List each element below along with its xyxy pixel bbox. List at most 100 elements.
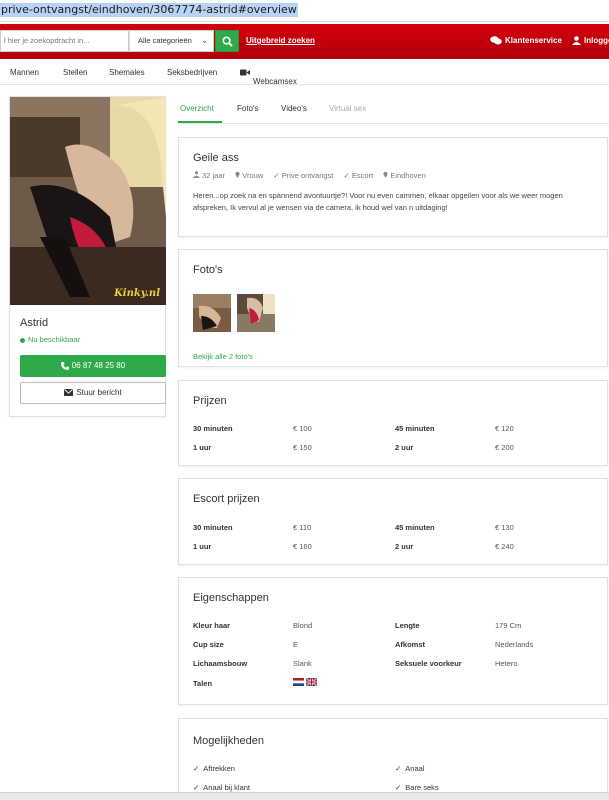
property-label: Cup size — [193, 640, 224, 649]
overview-card: Geile ass 32 jaar Vrouw ✓ Prive ontvangs… — [178, 137, 608, 237]
property-label: Lichaamsbouw — [193, 659, 248, 668]
meta-escort: ✓ Escort — [343, 171, 373, 180]
nav-item-stellen[interactable]: Stellen — [63, 68, 87, 77]
active-tab-indicator — [178, 121, 222, 123]
video-camera-icon — [240, 69, 250, 76]
escort-price-label: 45 minuten — [395, 523, 435, 532]
price-label: 30 minuten — [193, 424, 233, 433]
nav-item-webcamsex-label: Webcamsex — [253, 77, 297, 86]
price-label: 1 uur — [193, 443, 212, 452]
nav-item-webcamsex[interactable]: Webcamsex — [240, 68, 297, 86]
check-icon: ✓ — [395, 783, 402, 792]
property-label: Lengte — [395, 621, 420, 630]
property-label: Seksuele voorkeur — [395, 659, 462, 668]
address-bar[interactable]: prive-ontvangst/eindhoven/3067774-astrid… — [0, 0, 609, 22]
properties-title: Eigenschappen — [193, 592, 269, 604]
prices-card: Prijzen 30 minuten € 100 45 minuten € 12… — [178, 380, 608, 466]
property-label: Kleur haar — [193, 621, 231, 630]
languages-flags — [293, 677, 319, 687]
tab-fotos[interactable]: Foto's — [237, 104, 259, 113]
property-label: Afkomst — [395, 640, 426, 649]
option-item: ✓ Bare seks — [395, 783, 439, 792]
customer-service-link[interactable]: Klantenservice — [490, 36, 562, 45]
price-label: 2 uur — [395, 443, 414, 452]
check-icon: ✓ — [395, 764, 402, 773]
tab-videos[interactable]: Video's — [281, 104, 307, 113]
tab-overzicht[interactable]: Overzicht — [180, 104, 214, 113]
meta-gender-text: Vrouw — [242, 171, 264, 180]
options-card: Mogelijkheden ✓ Aftrekken ✓ Anaal ✓ Anaal b… — [178, 718, 608, 800]
property-value: Hetero — [495, 659, 518, 668]
thumbnail-image — [193, 294, 231, 332]
view-all-photos-link[interactable]: Bekijk alle 2 foto's — [193, 352, 253, 361]
price-value: € 150 — [293, 443, 312, 452]
profile-tabs: Overzicht Foto's Video's Virtual sex — [178, 96, 609, 124]
search-button[interactable] — [215, 30, 239, 52]
check-icon: ✓ — [193, 783, 200, 792]
property-value: E — [293, 640, 299, 649]
options-title: Mogelijkheden — [193, 735, 264, 747]
escort-price-value: € 110 — [293, 523, 312, 532]
escort-price-value: € 240 — [495, 542, 514, 551]
option-item: ✓ Aftrekken — [193, 764, 235, 773]
send-message-button[interactable]: Stuur bericht — [20, 382, 166, 404]
horizontal-scrollbar[interactable] — [0, 792, 609, 800]
address-url[interactable]: prive-ontvangst/eindhoven/3067774-astrid… — [0, 3, 298, 17]
map-pin-icon — [235, 171, 240, 178]
category-nav: Mannen Stellen Shemales Seksbedrijven We… — [0, 59, 609, 86]
option-item: ✓ Anaal — [395, 764, 424, 773]
envelope-icon — [64, 389, 74, 397]
nav-item-seksbedrijven[interactable]: Seksbedrijven — [167, 68, 217, 77]
property-value: Slank — [293, 659, 312, 668]
option-label: Bare seks — [405, 783, 439, 792]
phone-icon — [60, 361, 69, 370]
site-header: l hier je zoekopdracht in... Alle catego… — [0, 24, 609, 59]
phone-number: 06 87 48 25 80 — [71, 361, 126, 370]
tab-virtual-sex[interactable]: Virtual sex — [329, 104, 366, 113]
status-dot-icon — [20, 337, 25, 343]
availability-label: Nu beschikbaar — [28, 335, 81, 344]
property-value: Nederlands — [495, 640, 534, 649]
thumbnail-image — [237, 294, 275, 332]
check-icon: ✓ — [273, 171, 280, 180]
escort-price-label: 30 minuten — [193, 523, 233, 532]
meta-city-text: Eindhoven — [390, 171, 426, 180]
price-value: € 120 — [495, 424, 514, 433]
person-icon — [193, 171, 200, 178]
nl-flag-icon — [293, 678, 304, 687]
profile-photo[interactable]: Kinky.nl — [10, 97, 166, 305]
advanced-search-link[interactable]: Uitgebreid zoeken — [246, 36, 315, 45]
escort-price-value: € 160 — [293, 542, 312, 551]
properties-card: Eigenschappen Kleur haar Blond Lengte 17… — [178, 577, 608, 705]
escort-prices-title: Escort prijzen — [193, 493, 260, 505]
nav-item-shemales[interactable]: Shemales — [109, 68, 145, 77]
photos-title: Foto's — [193, 264, 223, 276]
nav-item-mannen[interactable]: Mannen — [10, 68, 39, 77]
availability-status: Nu beschikbaar — [20, 335, 80, 344]
customer-service-label: Klantenservice — [505, 36, 562, 45]
photo-thumbnail[interactable] — [193, 294, 231, 332]
property-value: 179 Cm — [495, 621, 522, 630]
search-input[interactable]: l hier je zoekopdracht in... — [0, 30, 129, 52]
category-select[interactable]: Alle categorieën ⌄ — [129, 30, 214, 52]
profile-description: Heren...op zoek na en spannend avontuurt… — [193, 191, 563, 212]
chat-icon — [490, 36, 502, 45]
login-link[interactable]: Inlogge — [572, 36, 609, 46]
phone-button[interactable]: 06 87 48 25 80 — [20, 355, 166, 377]
meta-age: 32 jaar — [193, 171, 225, 180]
option-label: Aftrekken — [203, 764, 235, 773]
chevron-down-icon: ⌄ — [201, 36, 208, 45]
meta-escort-text: Escort — [351, 171, 374, 180]
escort-price-label: 2 uur — [395, 542, 414, 551]
check-icon: ✓ — [193, 764, 200, 773]
option-label: Anaal — [405, 764, 425, 773]
profile-card: Kinky.nl Astrid Nu beschikbaar 06 87 48 … — [9, 96, 166, 417]
send-message-label: Stuur bericht — [76, 388, 122, 397]
search-icon — [222, 36, 233, 47]
price-value: € 200 — [495, 443, 514, 452]
prices-title: Prijzen — [193, 395, 227, 407]
photo-thumbnail[interactable] — [237, 294, 275, 332]
uk-flag-icon — [306, 678, 317, 687]
meta-age-text: 32 jaar — [202, 171, 226, 180]
login-label: Inlogge — [584, 36, 609, 45]
